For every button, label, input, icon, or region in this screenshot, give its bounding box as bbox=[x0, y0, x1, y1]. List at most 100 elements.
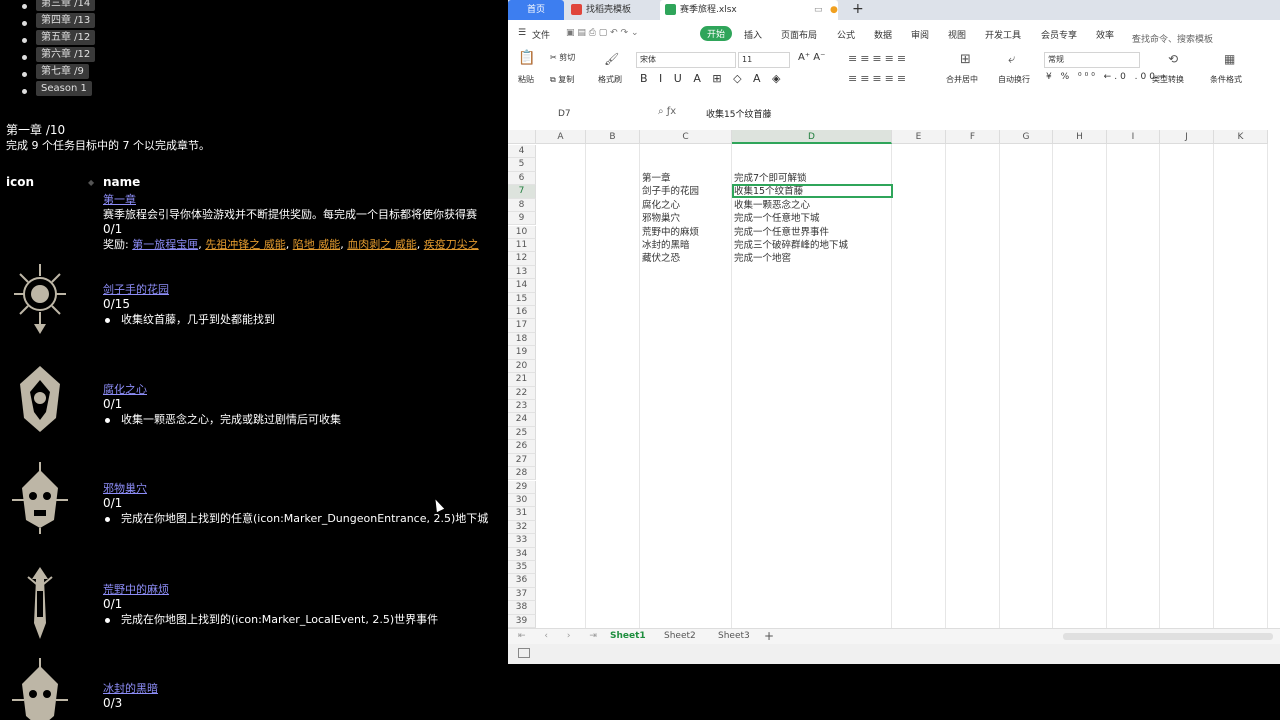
menu-data[interactable]: 数据 bbox=[874, 28, 892, 41]
row-header-32[interactable]: 32 bbox=[508, 520, 536, 535]
menu-insert[interactable]: 插入 bbox=[744, 28, 762, 41]
menu-efficiency[interactable]: 效率 bbox=[1096, 28, 1114, 41]
column-header-K[interactable]: K bbox=[1214, 130, 1268, 144]
row-header-16[interactable]: 16 bbox=[508, 306, 536, 320]
row-header-15[interactable]: 15 bbox=[508, 292, 536, 306]
reward-link[interactable]: 疾疫刀尖之 bbox=[424, 238, 479, 251]
column-header-J[interactable]: J bbox=[1160, 130, 1214, 144]
cell-D10[interactable]: 完成一个任意世界事件 bbox=[734, 226, 829, 239]
chapter-item[interactable]: 第六章 /12 bbox=[22, 47, 96, 64]
menu-view[interactable]: 视图 bbox=[948, 28, 966, 41]
align-top-row-icons[interactable]: ≡≡≡≡≡ bbox=[848, 52, 909, 65]
cell-C11[interactable]: 冰封的黑暗 bbox=[642, 239, 690, 252]
conditional-format-button[interactable]: 条件格式 bbox=[1210, 74, 1242, 85]
cell-C10[interactable]: 荒野中的麻烦 bbox=[642, 226, 699, 239]
cell-C7[interactable]: 剑子手的花园 bbox=[642, 185, 699, 198]
menu-file[interactable]: 文件 bbox=[532, 28, 550, 41]
menu-formulas[interactable]: 公式 bbox=[837, 28, 855, 41]
row-header-4[interactable]: 4 bbox=[508, 145, 536, 159]
row-header-13[interactable]: 13 bbox=[508, 265, 536, 280]
row-header-21[interactable]: 21 bbox=[508, 373, 536, 387]
row-header-31[interactable]: 31 bbox=[508, 507, 536, 521]
cell-grid[interactable]: A B C D E F G H I J K 4 5 6 7 8 9 10 11 12 13 14 15 16 17 18 19 20 2… bbox=[508, 130, 1280, 628]
quest-link[interactable]: 剑子手的花园 bbox=[103, 283, 508, 297]
type-convert-button[interactable]: 类型转换 bbox=[1152, 74, 1184, 85]
column-header-B[interactable]: B bbox=[586, 130, 640, 144]
row-header-12[interactable]: 12 bbox=[508, 252, 536, 266]
row-header-24[interactable]: 24 bbox=[508, 413, 536, 427]
chapter-item[interactable]: 第三章 /14 bbox=[22, 0, 96, 13]
cell-C8[interactable]: 腐化之心 bbox=[642, 199, 680, 212]
tab-home[interactable]: 首页 bbox=[508, 0, 564, 20]
paste-icon[interactable]: 📋 bbox=[518, 50, 535, 66]
conditional-format-icon[interactable]: ▦ bbox=[1224, 52, 1235, 66]
quest-link[interactable]: 荒野中的麻烦 bbox=[103, 583, 508, 597]
row-header-22[interactable]: 22 bbox=[508, 386, 536, 400]
row-header-26[interactable]: 26 bbox=[508, 440, 536, 454]
chapter-item[interactable]: 第五章 /12 bbox=[22, 30, 96, 47]
sheet-tab-1[interactable]: Sheet1 bbox=[610, 631, 646, 641]
row-header-11[interactable]: 11 bbox=[508, 238, 536, 253]
menu-home[interactable]: 开始 bbox=[700, 26, 733, 41]
wrap-icon[interactable]: ⤶ bbox=[1008, 52, 1015, 67]
chapter-item[interactable]: Season 1 bbox=[22, 81, 95, 98]
merge-center-button[interactable]: 合并居中 bbox=[946, 74, 978, 85]
align-bottom-row-icons[interactable]: ≡≡≡≡≡ bbox=[848, 72, 909, 85]
horizontal-scrollbar[interactable] bbox=[1063, 633, 1273, 640]
font-grow-shrink-icon[interactable]: A⁺ A⁻ bbox=[798, 52, 825, 63]
column-header-F[interactable]: F bbox=[946, 130, 1000, 144]
cell-D9[interactable]: 完成一个任意地下城 bbox=[734, 212, 820, 225]
quest-link[interactable]: 腐化之心 bbox=[103, 383, 508, 397]
text-style-buttons[interactable]: B I U A ⊞ ◇ A ◈ bbox=[640, 72, 785, 85]
quest-link[interactable]: 邪物巢穴 bbox=[103, 482, 508, 496]
row-header-27[interactable]: 27 bbox=[508, 453, 536, 468]
row-header-37[interactable]: 37 bbox=[508, 587, 536, 602]
row-header-25[interactable]: 25 bbox=[508, 426, 536, 441]
fx-icon[interactable]: ⌕ ƒx bbox=[658, 106, 676, 117]
row-header-23[interactable]: 23 bbox=[508, 399, 536, 414]
paste-button[interactable]: 粘贴 bbox=[518, 74, 534, 85]
chapter-item[interactable]: 第七章 /9 bbox=[22, 64, 95, 81]
row-header-18[interactable]: 18 bbox=[508, 332, 536, 347]
row-header-17[interactable]: 17 bbox=[508, 319, 536, 333]
column-header-E[interactable]: E bbox=[892, 130, 946, 144]
column-header-name[interactable]: name bbox=[103, 175, 140, 189]
row-header-5[interactable]: 5 bbox=[508, 158, 536, 172]
column-header-H[interactable]: H bbox=[1053, 130, 1107, 144]
cell-C6[interactable]: 第一章 bbox=[642, 172, 671, 185]
font-family-select[interactable]: 宋体 bbox=[636, 52, 736, 68]
sheet-nav-icons[interactable]: ⇤ ‹ › ⇥ bbox=[518, 631, 605, 641]
reward-link[interactable]: 血肉剥之 威能 bbox=[347, 238, 417, 251]
row-header-38[interactable]: 38 bbox=[508, 601, 536, 615]
row-header-30[interactable]: 30 bbox=[508, 493, 536, 508]
add-sheet-button[interactable]: + bbox=[764, 629, 774, 643]
row-header-35[interactable]: 35 bbox=[508, 561, 536, 575]
column-header-D[interactable]: D bbox=[732, 130, 892, 144]
tab-file[interactable]: 赛季旅程.xlsx bbox=[660, 0, 838, 20]
quest-link[interactable]: 冰封的黑暗 bbox=[103, 682, 508, 696]
quick-toolbar-icons[interactable]: ▣ ▤ ⎙ ▢ ↶ ↷ ⌄ bbox=[566, 28, 639, 38]
sheet-tab-2[interactable]: Sheet2 bbox=[664, 631, 696, 641]
row-header-34[interactable]: 34 bbox=[508, 547, 536, 561]
reward-link[interactable]: 先祖冲锋之 威能 bbox=[205, 238, 286, 251]
row-header-19[interactable]: 19 bbox=[508, 346, 536, 360]
column-header-icon[interactable]: icon bbox=[6, 175, 34, 189]
row-header-29[interactable]: 29 bbox=[508, 480, 536, 494]
font-size-select[interactable]: 11 bbox=[738, 52, 790, 68]
format-painter-button[interactable]: 格式刷 bbox=[598, 74, 622, 85]
cell-D8[interactable]: 收集一颗恶念之心 bbox=[734, 199, 810, 212]
cut-button[interactable]: ✂ 剪切 bbox=[550, 52, 575, 63]
row-header-10[interactable]: 10 bbox=[508, 225, 536, 239]
row-header-14[interactable]: 14 bbox=[508, 279, 536, 293]
row-header-7[interactable]: 7 bbox=[508, 185, 536, 199]
cell-D11[interactable]: 完成三个破碎群峰的地下城 bbox=[734, 239, 848, 252]
column-header-I[interactable]: I bbox=[1107, 130, 1160, 144]
column-header-C[interactable]: C bbox=[640, 130, 732, 144]
row-header-20[interactable]: 20 bbox=[508, 359, 536, 374]
column-header-A[interactable]: A bbox=[536, 130, 586, 144]
tab-screen-icon[interactable]: ▭ bbox=[814, 0, 823, 20]
merge-icon[interactable]: ⊞ bbox=[960, 52, 971, 67]
row-header-39[interactable]: 39 bbox=[508, 614, 536, 628]
convert-icon[interactable]: ⟲ bbox=[1168, 52, 1178, 66]
row-header-33[interactable]: 33 bbox=[508, 534, 536, 548]
